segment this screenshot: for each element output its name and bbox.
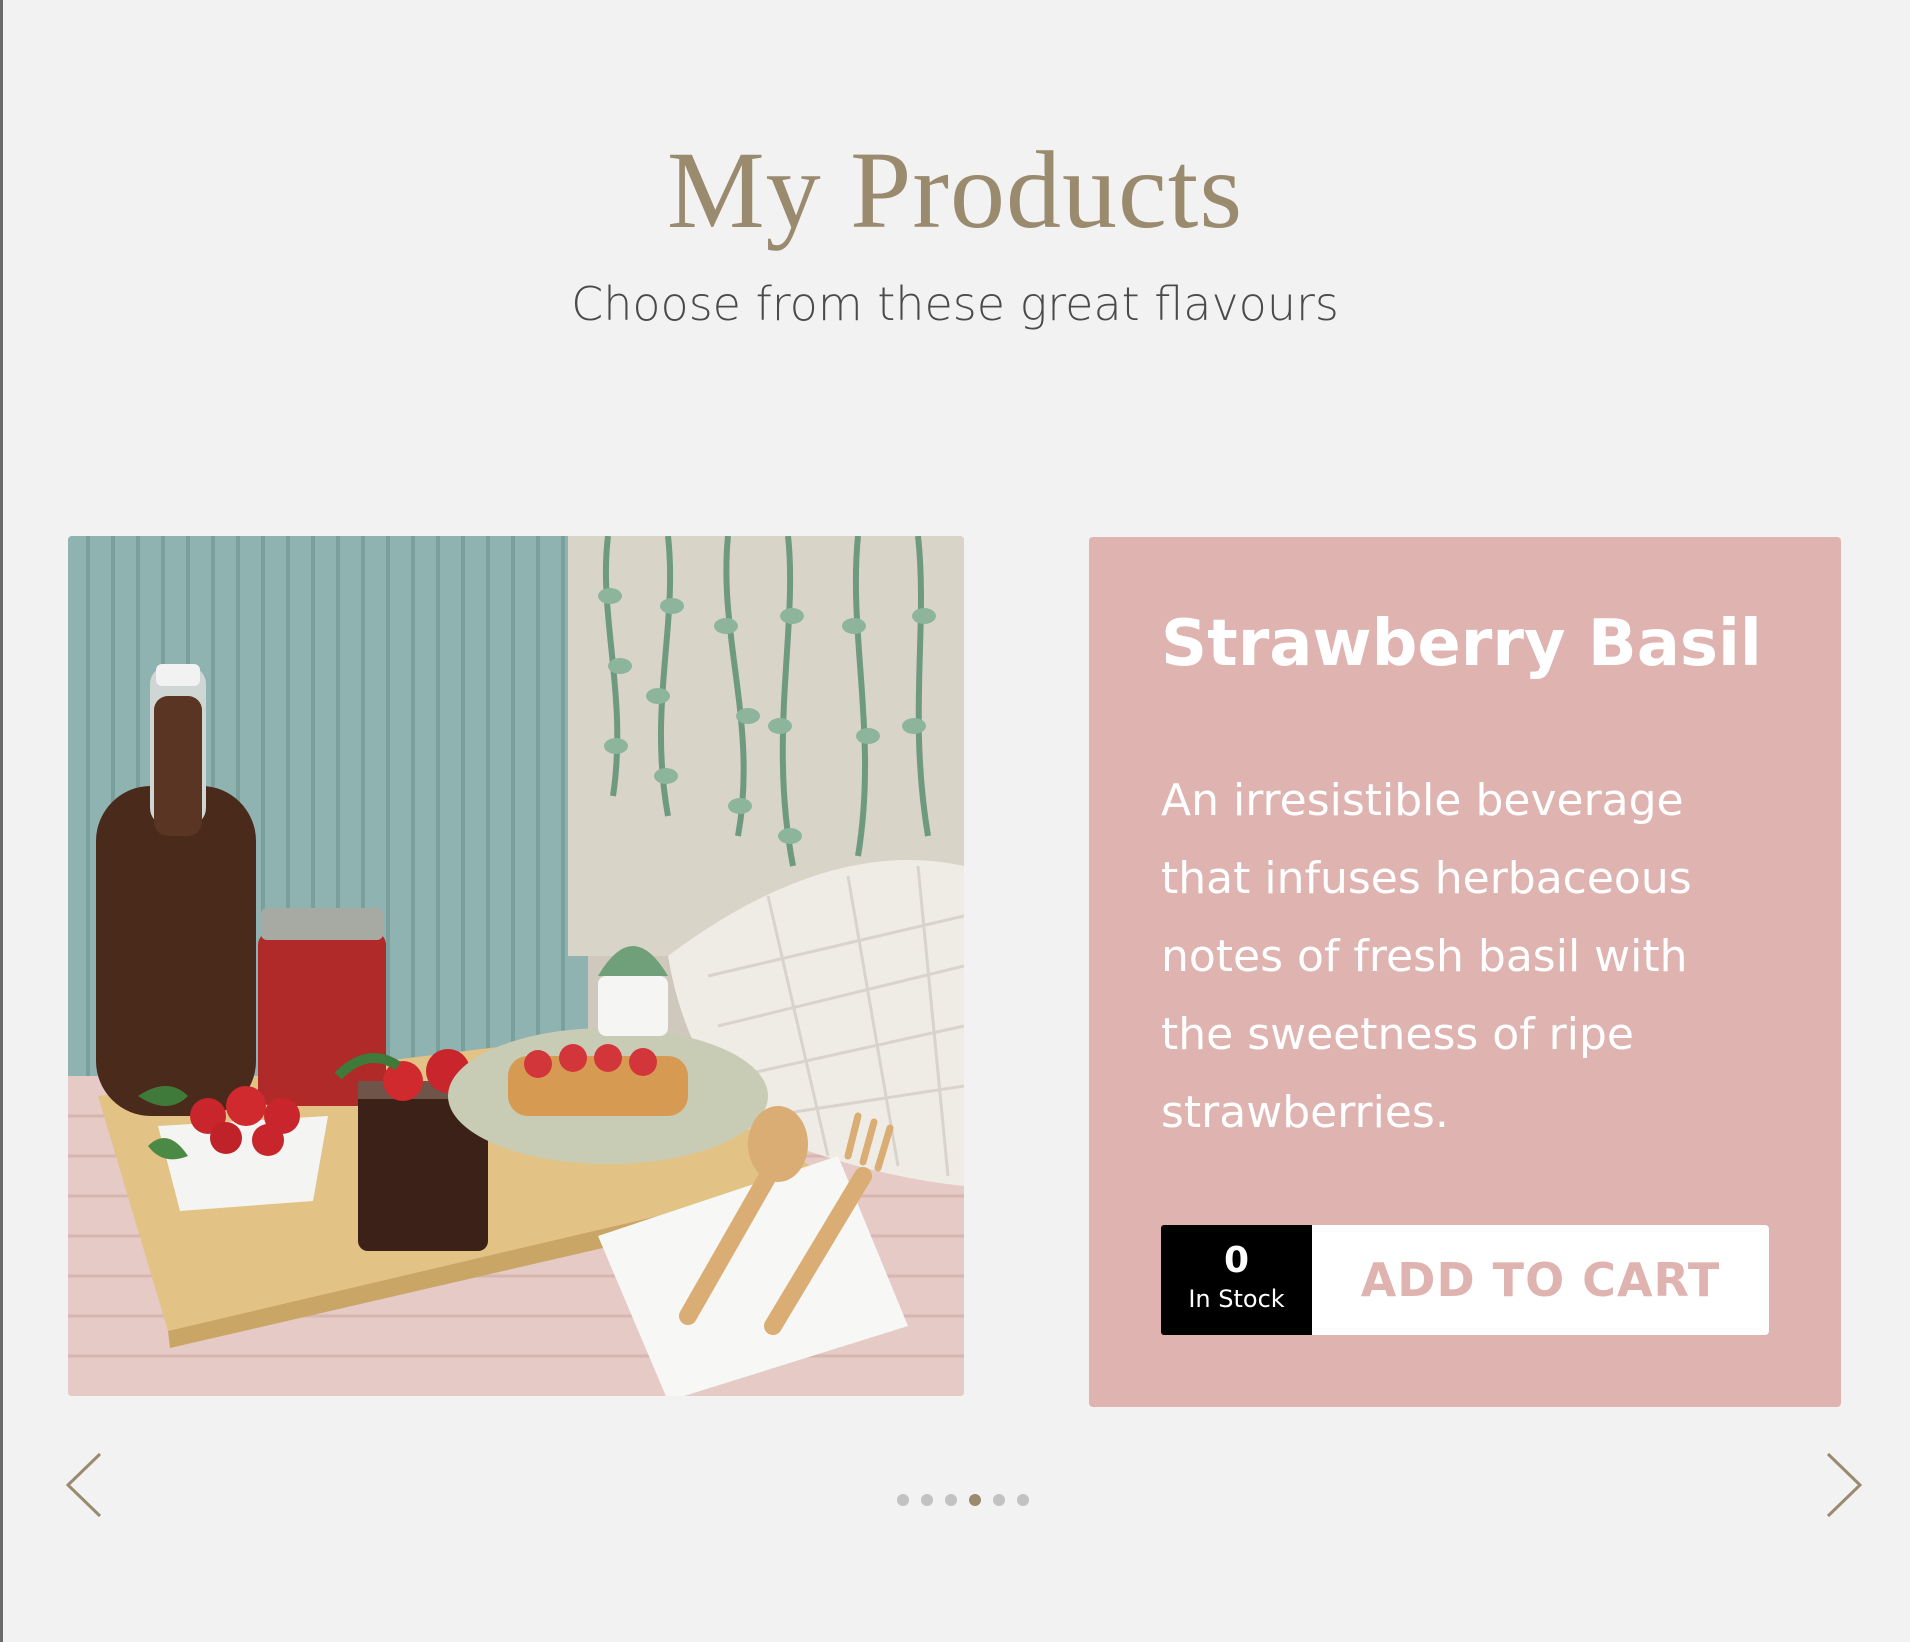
stock-indicator: 0 In Stock [1161, 1225, 1312, 1335]
chevron-right-icon [1826, 1452, 1863, 1518]
page-title: My Products [666, 129, 1244, 251]
carousel-dot[interactable] [945, 1494, 957, 1506]
carousel-dot[interactable] [921, 1494, 933, 1506]
product-name: Strawberry Basil [1161, 607, 1762, 681]
product-photo [68, 536, 964, 1396]
carousel-dot[interactable] [897, 1494, 909, 1506]
product-info-card: Strawberry Basil An irresistible beverag… [1089, 537, 1841, 1407]
carousel-next-button[interactable] [1808, 1450, 1868, 1520]
carousel-pagination [897, 1494, 1029, 1506]
carousel-dot[interactable] [1017, 1494, 1029, 1506]
stock-count: 0 [1223, 1240, 1250, 1281]
carousel-dot[interactable] [969, 1494, 981, 1506]
stock-label: In Stock [1188, 1285, 1285, 1313]
add-to-cart-button[interactable]: ADD TO CART [1312, 1225, 1769, 1335]
page-subtitle: Choose from these great flavours [571, 277, 1339, 331]
product-description: An irresistible beverage that infuses he… [1161, 775, 1692, 1138]
carousel-prev-button[interactable] [60, 1450, 120, 1520]
chevron-left-icon [65, 1452, 102, 1518]
section-header: My Products Choose from these great flav… [0, 125, 1910, 331]
carousel-dot[interactable] [993, 1494, 1005, 1506]
